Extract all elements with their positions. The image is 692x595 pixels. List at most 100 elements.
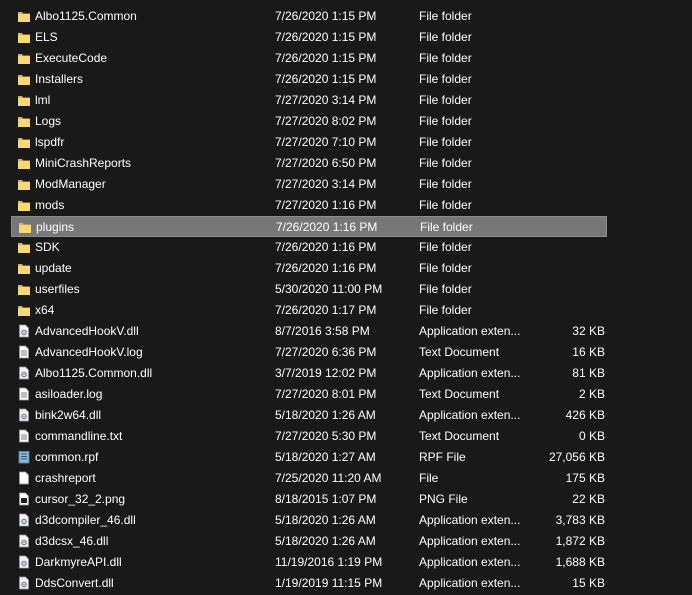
file-name: ExecuteCode	[35, 51, 108, 65]
file-name: plugins	[36, 220, 75, 234]
file-date-modified: 5/30/2020 11:00 PM	[275, 282, 383, 296]
file-row-sdk[interactable]: SDK 7/26/2020 1:16 PM File folder	[11, 237, 607, 258]
file-row-d3dcsx-46-dll[interactable]: d3dcsx_46.dll 5/18/2020 1:26 AM Applicatio…	[11, 531, 607, 552]
file-row-commandline-txt[interactable]: commandline.txt 7/27/2020 5:30 PM Text Doc…	[11, 426, 607, 447]
dll-file-icon	[15, 531, 33, 552]
folder-icon	[15, 195, 33, 216]
file-row-modmanager[interactable]: ModManager 7/27/2020 3:14 PM File folder	[11, 174, 607, 195]
rpf-file-icon	[15, 447, 33, 468]
file-type: File folder	[419, 93, 472, 107]
file-type: File folder	[419, 303, 472, 317]
file-date-modified: 7/27/2020 6:50 PM	[275, 156, 377, 170]
file-type: Application exten...	[419, 513, 521, 527]
file-row-plugins[interactable]: plugins 7/26/2020 1:16 PM File folder	[11, 216, 607, 237]
file-row-userfiles[interactable]: userfiles 5/30/2020 11:00 PM File folder	[11, 279, 607, 300]
blank-file-icon	[15, 468, 33, 489]
folder-icon	[15, 300, 33, 321]
file-row-lspdfr[interactable]: lspdfr 7/27/2020 7:10 PM File folder	[11, 132, 607, 153]
file-size: 426 KB	[565, 408, 605, 422]
file-type: File folder	[419, 177, 472, 191]
folder-icon	[15, 237, 33, 258]
file-row-d3dcompiler-46-dll[interactable]: d3dcompiler_46.dll 5/18/2020 1:26 AM Appli…	[11, 510, 607, 531]
file-date-modified: 7/27/2020 6:36 PM	[275, 345, 377, 359]
folder-icon	[15, 174, 33, 195]
file-row-minicrashreports[interactable]: MiniCrashReports 7/27/2020 6:50 PM File fo…	[11, 153, 607, 174]
file-name: AdvancedHookV.log	[35, 345, 143, 359]
file-date-modified: 11/19/2016 1:19 PM	[275, 555, 383, 569]
file-size	[531, 111, 605, 132]
file-type: PNG File	[419, 492, 468, 506]
file-row-common-rpf[interactable]: common.rpf 5/18/2020 1:27 AM RPF File 27,05…	[11, 447, 607, 468]
file-type: File folder	[419, 198, 472, 212]
file-date-modified: 7/27/2020 3:14 PM	[275, 93, 377, 107]
dll-file-icon	[15, 405, 33, 426]
file-row-advancedhookv-log[interactable]: AdvancedHookV.log 7/27/2020 6:36 PM Text D…	[11, 342, 607, 363]
file-row-asiloader-log[interactable]: asiloader.log 7/27/2020 8:01 PM Text Docum…	[11, 384, 607, 405]
file-date-modified: 5/18/2020 1:26 AM	[275, 534, 376, 548]
file-row-logs[interactable]: Logs 7/27/2020 8:02 PM File folder	[11, 111, 607, 132]
dll-file-icon	[15, 573, 33, 594]
file-name: x64	[35, 303, 55, 317]
file-size	[531, 153, 605, 174]
file-date-modified: 7/26/2020 1:15 PM	[275, 30, 377, 44]
file-row-crashreport[interactable]: crashreport 7/25/2020 11:20 AM File 175 KB	[11, 468, 607, 489]
file-row-lml[interactable]: lml 7/27/2020 3:14 PM File folder	[11, 90, 607, 111]
folder-icon	[15, 6, 33, 27]
file-row-installers[interactable]: Installers 7/26/2020 1:15 PM File folder	[11, 69, 607, 90]
file-name: ELS	[35, 30, 58, 44]
file-row-executecode[interactable]: ExecuteCode 7/26/2020 1:15 PM File folder	[11, 48, 607, 69]
file-size: 1,688 KB	[555, 555, 605, 569]
folder-icon	[15, 111, 33, 132]
file-date-modified: 7/27/2020 7:10 PM	[275, 135, 377, 149]
file-size: 22 KB	[572, 492, 605, 506]
folder-icon	[15, 258, 33, 279]
file-size	[532, 217, 606, 238]
file-name: commandline.txt	[35, 429, 123, 443]
file-name: userfiles	[35, 282, 80, 296]
file-row-albo1125-common[interactable]: Albo1125.Common 7/26/2020 1:15 PM File fol…	[11, 6, 607, 27]
file-type: Application exten...	[419, 576, 521, 590]
image-file-icon	[15, 489, 33, 510]
file-row-albo1125-common-dll[interactable]: Albo1125.Common.dll 3/7/2019 12:02 PM Appl…	[11, 363, 607, 384]
file-size: 0 KB	[578, 429, 605, 443]
file-size: 175 KB	[565, 471, 605, 485]
file-type: File folder	[419, 51, 472, 65]
file-date-modified: 3/7/2019 12:02 PM	[275, 366, 377, 380]
file-date-modified: 7/27/2020 1:16 PM	[275, 198, 377, 212]
file-type: File folder	[419, 282, 472, 296]
file-size: 1,872 KB	[555, 534, 605, 548]
file-row-cursor-32-2-png[interactable]: cursor_32_2.png 8/18/2015 1:07 PM PNG File…	[11, 489, 607, 510]
dll-file-icon	[15, 363, 33, 384]
file-type: Application exten...	[419, 324, 521, 338]
folder-icon	[15, 48, 33, 69]
file-row-darkmyreapi-dll[interactable]: DarkmyreAPI.dll 11/19/2016 1:19 PM Applica…	[11, 552, 607, 573]
file-type: Application exten...	[419, 555, 521, 569]
file-size: 2 KB	[578, 387, 605, 401]
file-row-bink2w64-dll[interactable]: bink2w64.dll 5/18/2020 1:26 AM Application…	[11, 405, 607, 426]
file-size: 3,783 KB	[555, 513, 605, 527]
file-row-mods[interactable]: mods 7/27/2020 1:16 PM File folder	[11, 195, 607, 216]
file-name: Installers	[35, 72, 84, 86]
file-date-modified: 7/27/2020 3:14 PM	[275, 177, 377, 191]
file-date-modified: 7/26/2020 1:15 PM	[275, 51, 377, 65]
file-row-x64[interactable]: x64 7/26/2020 1:17 PM File folder	[11, 300, 607, 321]
file-type: File folder	[420, 220, 473, 234]
file-name: Logs	[35, 114, 62, 128]
file-size: 27,056 KB	[548, 450, 605, 464]
file-size	[531, 174, 605, 195]
file-name: bink2w64.dll	[35, 408, 102, 422]
file-row-update[interactable]: update 7/26/2020 1:16 PM File folder	[11, 258, 607, 279]
file-name: asiloader.log	[35, 387, 103, 401]
file-row-advancedhookv-dll[interactable]: AdvancedHookV.dll 8/7/2016 3:58 PM Applica…	[11, 321, 607, 342]
file-row-ddsconvert-dll[interactable]: DdsConvert.dll 1/19/2019 11:15 PM Applicat…	[11, 573, 607, 594]
file-size: 32 KB	[572, 324, 605, 338]
file-date-modified: 7/26/2020 1:16 PM	[275, 261, 377, 275]
file-size	[531, 237, 605, 258]
file-name: lml	[35, 93, 51, 107]
file-row-els[interactable]: ELS 7/26/2020 1:15 PM File folder	[11, 27, 607, 48]
text-file-icon	[15, 384, 33, 405]
file-type: File folder	[419, 114, 472, 128]
file-size	[531, 195, 605, 216]
folder-icon	[15, 27, 33, 48]
file-type: File	[419, 471, 439, 485]
